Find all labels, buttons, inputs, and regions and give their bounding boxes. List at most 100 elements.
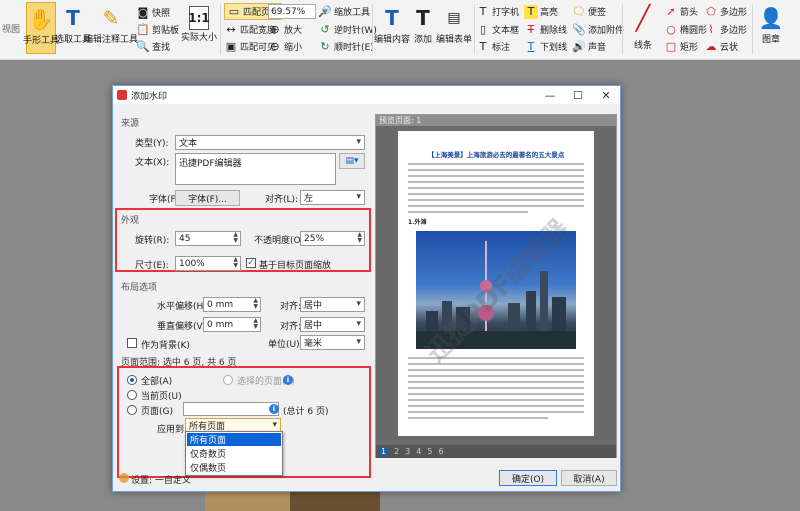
oval-icon: ○ bbox=[666, 23, 676, 36]
fit-width-icon: ↔ bbox=[226, 23, 236, 36]
as-background-checkbox[interactable] bbox=[127, 338, 137, 348]
page-6-link[interactable]: 6 bbox=[438, 447, 443, 456]
voffset-spinner[interactable]: 0 mm ▲ ▼ bbox=[203, 317, 261, 332]
font-button[interactable]: 字体(F)... bbox=[175, 190, 240, 206]
valign-select[interactable]: 居中 bbox=[300, 317, 365, 332]
align-select[interactable]: 左 bbox=[300, 190, 365, 205]
page-1-link[interactable]: 1 bbox=[379, 447, 389, 456]
current-page-radio[interactable] bbox=[127, 390, 137, 400]
annotation-select-button[interactable]: ✎ 编辑注释工具 bbox=[84, 2, 138, 54]
attach-button[interactable]: 📎 添加附件 bbox=[572, 21, 624, 38]
cloud-icon: ☁ bbox=[705, 40, 717, 53]
textbox-button[interactable]: ▯ 文本框 bbox=[476, 21, 519, 38]
opacity-spinner[interactable]: 25% ▲ ▼ bbox=[300, 231, 365, 246]
page-4-link[interactable]: 4 bbox=[416, 447, 421, 456]
line-button[interactable]: ╱ 线条 bbox=[626, 2, 660, 54]
clipboard-button[interactable]: 📋 剪贴板 bbox=[136, 21, 179, 38]
select-tool-button[interactable]: T 选取工具 bbox=[55, 2, 91, 54]
zoom-out-button[interactable]: ⊖ 缩小 bbox=[268, 38, 302, 55]
spinner-arrows-icon[interactable]: ▲ ▼ bbox=[357, 232, 362, 244]
oval-button[interactable]: ○ 椭圆形 bbox=[664, 21, 707, 38]
underline-icon: T bbox=[527, 40, 535, 53]
underline-button[interactable]: T 下划线 bbox=[524, 38, 567, 55]
edit-form-button[interactable]: ▤ 编辑表单 bbox=[436, 2, 472, 54]
add-text-icon: T bbox=[416, 6, 430, 30]
polyline-button[interactable]: ⌇ 多边形 bbox=[704, 21, 747, 38]
note-button[interactable]: 🗨 便签 bbox=[572, 3, 606, 20]
ok-button[interactable]: 确定(O) bbox=[499, 470, 557, 486]
all-pages-radio[interactable] bbox=[127, 375, 137, 385]
pages-input[interactable] bbox=[183, 402, 279, 416]
add-button[interactable]: T 添加 bbox=[410, 2, 436, 54]
info-icon[interactable]: i bbox=[283, 375, 293, 385]
typewriter-button[interactable]: T 打字机 bbox=[476, 3, 519, 20]
close-button[interactable]: ✕ bbox=[592, 86, 620, 104]
dropdown-option-even[interactable]: 仅偶数页 bbox=[187, 461, 281, 474]
settings-label[interactable]: 设置: 一自定义 bbox=[131, 473, 191, 486]
arrow-button[interactable]: ➚ 箭头 bbox=[664, 3, 698, 20]
search-icon: 🔍 bbox=[136, 40, 150, 53]
halign-select[interactable]: 居中 bbox=[300, 297, 365, 312]
cloud-button[interactable]: ☁ 云状 bbox=[704, 38, 739, 55]
size-spinner[interactable]: 100% ▲ ▼ bbox=[175, 256, 241, 271]
text-cursor-icon: T bbox=[66, 6, 80, 30]
preview-page-nav: 1 2 3 4 5 6 bbox=[376, 445, 616, 458]
pages-radio[interactable] bbox=[127, 405, 137, 415]
type-select[interactable]: 文本 bbox=[175, 135, 365, 150]
edit-content-button[interactable]: T 编辑内容 bbox=[374, 2, 410, 54]
unit-select[interactable]: 毫米 bbox=[300, 335, 365, 350]
cancel-button[interactable]: 取消(A) bbox=[561, 470, 617, 486]
maximize-button[interactable]: ☐ bbox=[564, 86, 592, 104]
ribbon-divider bbox=[220, 4, 221, 54]
ribbon-divider bbox=[372, 4, 373, 54]
ribbon-divider bbox=[622, 4, 623, 54]
pages-info-icon[interactable]: i bbox=[269, 404, 279, 414]
page-3-link[interactable]: 3 bbox=[405, 447, 410, 456]
zoom-input[interactable]: 69.57% bbox=[268, 4, 316, 19]
selected-pages-radio[interactable] bbox=[223, 375, 233, 385]
rotate-right-icon: ↻ bbox=[320, 40, 330, 53]
spinner-arrows-icon[interactable]: ▲ ▼ bbox=[253, 318, 258, 330]
polygon-button[interactable]: ⬠ 多边形 bbox=[704, 3, 747, 20]
spinner-arrows-icon[interactable]: ▲ ▼ bbox=[233, 257, 238, 269]
rectangle-icon: □ bbox=[665, 40, 677, 53]
stamp-button[interactable]: 👤 图章 bbox=[756, 2, 786, 54]
minimize-button[interactable]: — bbox=[536, 86, 564, 104]
highlight-button[interactable]: T 高亮 bbox=[524, 3, 558, 20]
strikeout-button[interactable]: T 删除线 bbox=[524, 21, 567, 38]
all-pages-label: 全部(A) bbox=[141, 377, 173, 387]
stamp-icon: 👤 bbox=[758, 6, 784, 30]
rotation-spinner[interactable]: 45 ▲ ▼ bbox=[175, 231, 241, 246]
zoom-in-button[interactable]: ⊕ 放大 bbox=[268, 21, 302, 38]
spinner-arrows-icon[interactable]: ▲ ▼ bbox=[253, 298, 258, 310]
sound-button[interactable]: 🔊 声音 bbox=[572, 38, 606, 55]
voffset-label: 垂直偏移(V): bbox=[157, 322, 210, 332]
page-2-link[interactable]: 2 bbox=[394, 447, 399, 456]
rect-button[interactable]: □ 矩形 bbox=[664, 38, 698, 55]
dropdown-option-odd[interactable]: 仅奇数页 bbox=[187, 447, 281, 460]
watermark-text-input[interactable]: 迅捷PDF编辑器 bbox=[175, 153, 336, 185]
view-label[interactable]: 视图 bbox=[2, 22, 20, 35]
preview-page: 【上海美景】上海旅游必去的最著名的五大景点 1.外滩 迅捷PDF编辑器 bbox=[398, 131, 594, 436]
layout-section-label: 布局选项 bbox=[121, 283, 158, 293]
zoom-tool-button[interactable]: 🔎 缩放工具 bbox=[318, 3, 370, 20]
minimize-icon: — bbox=[544, 88, 556, 102]
fit-visible-icon: ▣ bbox=[225, 40, 237, 53]
callout-button[interactable]: T 标注 bbox=[476, 38, 510, 55]
hand-tool-button[interactable]: ✋ 手形工具 bbox=[23, 2, 59, 54]
clipboard-icon: 📋 bbox=[136, 23, 150, 36]
hoffset-spinner[interactable]: 0 mm ▲ ▼ bbox=[203, 297, 261, 312]
appearance-section-label: 外观 bbox=[121, 216, 140, 226]
dropdown-option-all[interactable]: 所有页面 bbox=[187, 433, 281, 446]
page-5-link[interactable]: 5 bbox=[427, 447, 432, 456]
snapshot-button[interactable]: ◙ 快照 bbox=[136, 4, 170, 21]
actual-size-icon: 1:1 bbox=[188, 6, 210, 30]
valign-label: 对齐: bbox=[280, 322, 302, 332]
scale-to-page-checkbox[interactable]: ✓ bbox=[246, 258, 256, 268]
rotate-cw-button[interactable]: ↻ 顺时针(E) bbox=[318, 38, 373, 55]
find-button[interactable]: 🔍 查找 bbox=[136, 38, 170, 55]
text-insert-button[interactable]: ▤▾ bbox=[339, 153, 365, 169]
spinner-arrows-icon[interactable]: ▲ ▼ bbox=[233, 232, 238, 244]
rotate-ccw-button[interactable]: ↺ 逆时针(W) bbox=[318, 21, 377, 38]
actual-size-button[interactable]: 1:1 实际大小 bbox=[181, 2, 217, 54]
